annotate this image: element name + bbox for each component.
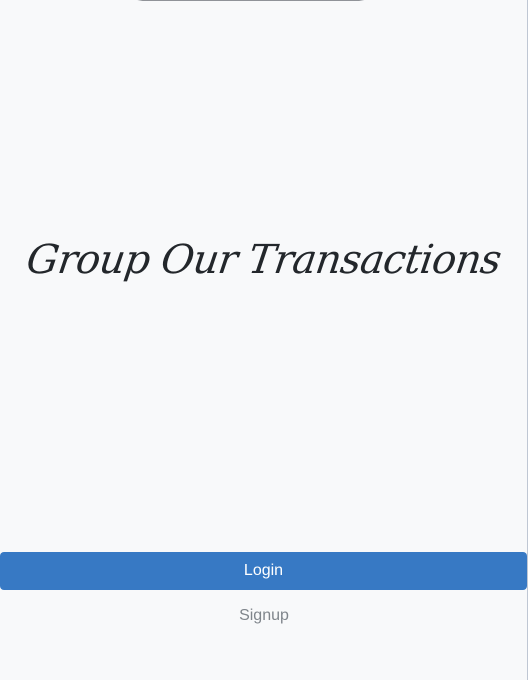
login-button[interactable]: Login <box>0 552 527 590</box>
landing-screen: Group Our Transactions Login Signup <box>0 0 528 680</box>
app-title: Group Our Transactions <box>24 237 504 283</box>
top-edge-divider <box>0 0 528 1</box>
signup-link[interactable]: Signup <box>0 604 528 628</box>
title-area: Group Our Transactions <box>0 224 528 296</box>
